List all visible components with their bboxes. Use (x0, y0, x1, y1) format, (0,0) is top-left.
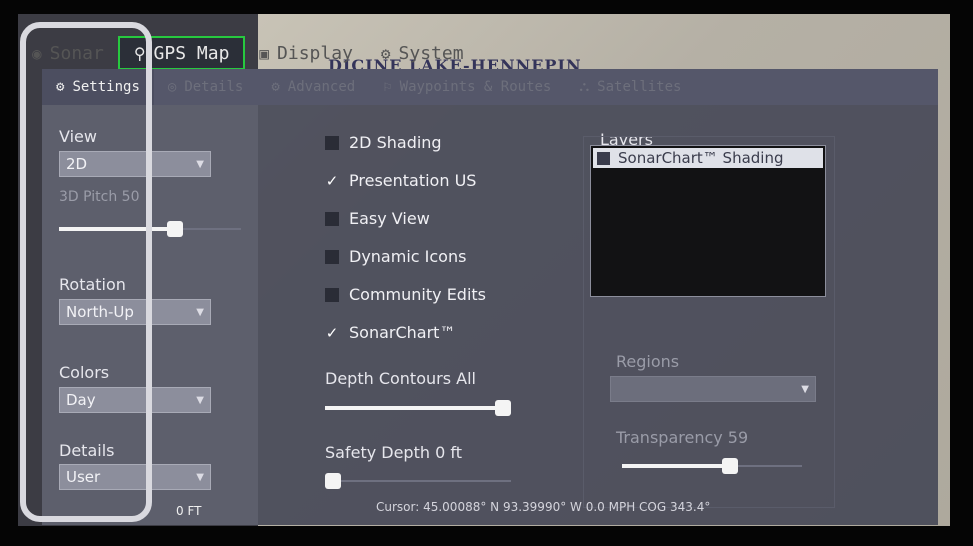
advanced-gear-icon: ⚙ (271, 79, 280, 95)
regions-label: Regions (616, 352, 680, 371)
checkbox-box (325, 249, 339, 264)
chevron-down-icon: ▼ (196, 306, 204, 318)
regions-dropdown[interactable]: ▼ (610, 376, 816, 402)
tab-label: Satellites (597, 79, 682, 95)
checkbox-label: Easy View (349, 209, 430, 228)
slider-thumb[interactable] (167, 221, 183, 237)
chevron-down-icon: ▼ (196, 158, 204, 170)
checkbox-easy-view[interactable]: Easy View (325, 209, 430, 228)
layers-list[interactable]: SonarChart™ Shading (590, 145, 826, 297)
safety-depth-slider[interactable] (325, 473, 511, 489)
slider-track (325, 480, 511, 482)
checkbox-dynamic-icons[interactable]: Dynamic Icons (325, 247, 466, 266)
tab-details[interactable]: ◎ Details (154, 69, 257, 105)
layer-label: SonarChart™ Shading (618, 149, 784, 167)
checkmark-icon: ✓ (325, 323, 339, 342)
layer-item-sonarchart-shading[interactable]: SonarChart™ Shading (593, 148, 823, 168)
details-icon: ◎ (167, 79, 177, 95)
slider-thumb[interactable] (495, 400, 511, 416)
tab-waypoints-routes[interactable]: ⚐ Waypoints & Routes (369, 69, 565, 105)
checkbox-label: Community Edits (349, 285, 487, 304)
device-screen: DICINE LAKE-HENNEPIN ◉ Sonar ⚲ GPS Map ▣… (18, 14, 950, 526)
checkbox-box (597, 151, 610, 165)
checkbox-label: Presentation US (349, 171, 477, 190)
display-icon: ▣ (259, 43, 270, 63)
checkbox-label: Dynamic Icons (349, 247, 467, 266)
checkbox-box (325, 135, 339, 150)
tab-label: Waypoints & Routes (399, 79, 552, 95)
checkbox-label: SonarChart™ (349, 323, 456, 342)
slider-fill (325, 406, 495, 410)
chevron-down-icon: ▼ (196, 471, 204, 483)
checkmark-icon: ✓ (325, 171, 339, 190)
tab-label: Display (277, 42, 353, 64)
left-bezel-frame (20, 22, 152, 522)
tab-label: GPS Map (153, 42, 230, 64)
tab-satellites[interactable]: ⛬ Satellites (565, 69, 695, 105)
transparency-label: Transparency 59 (616, 428, 749, 447)
checkbox-box (325, 287, 339, 302)
cursor-readout: Cursor: 45.00088° N 93.39990° W 0.0 MPH … (376, 500, 711, 514)
checkbox-presentation-us[interactable]: ✓ Presentation US (325, 171, 477, 190)
tab-label: System (398, 42, 464, 64)
slider-fill (622, 464, 728, 468)
transparency-slider[interactable] (622, 458, 802, 474)
chevron-down-icon: ▼ (196, 394, 204, 406)
tab-advanced[interactable]: ⚙ Advanced (257, 69, 369, 105)
depth-contours-label: Depth Contours All (325, 369, 476, 388)
tab-label: Details (184, 79, 244, 95)
checkbox-community-edits[interactable]: Community Edits (325, 285, 486, 304)
checkbox-2d-shading[interactable]: 2D Shading (325, 133, 442, 152)
tab-label: Advanced (287, 79, 356, 95)
safety-depth-label: Safety Depth 0 ft (325, 443, 462, 462)
system-gear-icon: ⚙ (380, 43, 391, 63)
checkbox-sonarchart[interactable]: ✓ SonarChart™ (325, 323, 456, 342)
sub-tab-bar: ⚙ Settings ◎ Details ⚙ Advanced ⚐ Waypoi… (42, 69, 938, 105)
depth-contours-slider[interactable] (325, 400, 511, 416)
depth-readout: 0 FT (176, 504, 202, 518)
checkbox-label: 2D Shading (349, 133, 442, 152)
satellites-icon: ⛬ (579, 79, 590, 95)
tab-system[interactable]: ⚙ System (367, 36, 478, 70)
chevron-down-icon: ▼ (801, 383, 809, 395)
waypoints-icon: ⚐ (383, 79, 392, 95)
slider-thumb[interactable] (325, 473, 341, 489)
slider-thumb[interactable] (722, 458, 738, 474)
checkbox-box (325, 211, 339, 226)
tab-display[interactable]: ▣ Display (245, 36, 367, 70)
